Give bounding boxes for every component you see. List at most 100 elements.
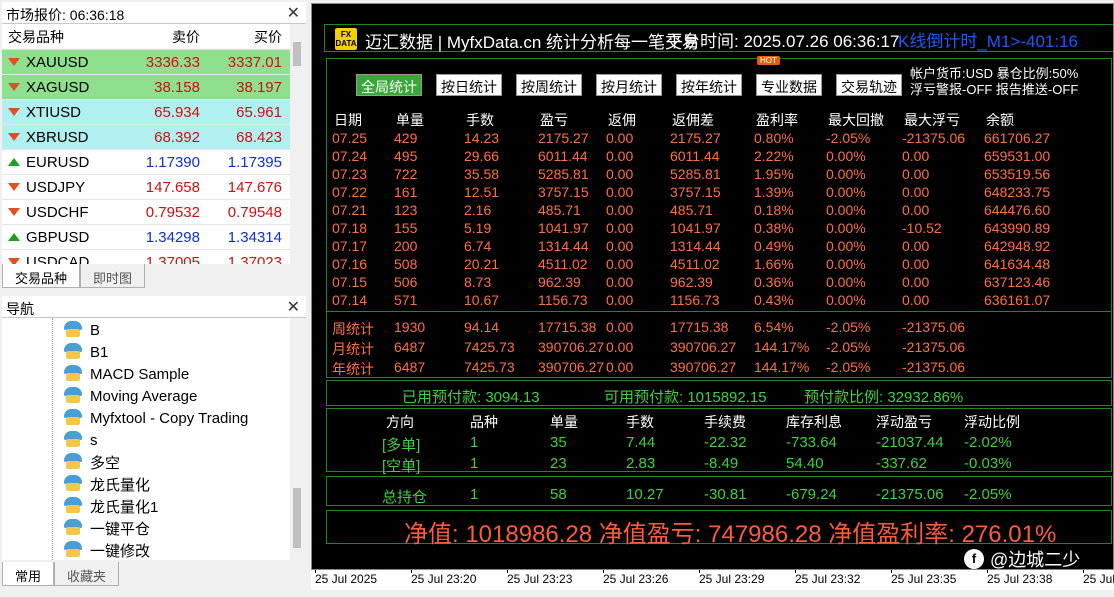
- navigator-item[interactable]: 龙氏量化1: [62, 495, 158, 517]
- total-cell: 1: [470, 486, 479, 503]
- daily-cell: 0.00: [902, 166, 930, 182]
- summary-cell: 144.17%: [754, 359, 810, 375]
- market-row[interactable]: EURUSD 1.17390 1.17395: [2, 150, 304, 175]
- daily-cell: 5285.81: [538, 166, 589, 182]
- navigator-item[interactable]: B1: [62, 341, 108, 363]
- symbol-name: USDCHF: [26, 203, 89, 221]
- daily-cell: 07.15: [332, 274, 368, 290]
- col-bid[interactable]: 卖价: [122, 27, 204, 47]
- position-cell: -733.64: [786, 434, 837, 451]
- market-row[interactable]: XAUUSD 3336.33 3337.01: [2, 50, 304, 75]
- stats-tab-button[interactable]: 按年统计: [676, 74, 742, 96]
- column-header: 单量: [396, 112, 424, 128]
- daily-cell: 0.00%: [826, 256, 866, 272]
- daily-cell: 485.71: [670, 202, 713, 218]
- stats-tab-button[interactable]: 专业数据: [756, 74, 822, 96]
- position-cell: -22.32: [704, 434, 747, 451]
- daily-cell: 962.39: [670, 274, 713, 290]
- stats-tab-button[interactable]: 交易轨迹: [836, 74, 902, 96]
- col-symbol[interactable]: 交易品种: [2, 27, 122, 47]
- navigator-item[interactable]: 一键平仓: [62, 517, 150, 539]
- daily-cell: 07.14: [332, 292, 368, 308]
- navigator-item[interactable]: B: [62, 319, 100, 341]
- bid-price: 147.658: [145, 178, 200, 196]
- position-column-header: 手数: [626, 414, 654, 430]
- navigator-item[interactable]: MACD Sample: [62, 363, 189, 385]
- daily-cell: 2.22%: [754, 148, 794, 164]
- summary-cell: 390706.27: [670, 339, 737, 355]
- tab-favorites[interactable]: 收藏夹: [54, 562, 120, 586]
- daily-cell: 0.00%: [826, 202, 866, 218]
- col-ask[interactable]: 买价: [204, 27, 286, 47]
- divider: [326, 311, 1112, 312]
- navigator-title: 导航 ✕: [2, 296, 306, 318]
- close-icon[interactable]: ✕: [287, 3, 300, 23]
- navigator-title-text: 导航: [6, 301, 34, 317]
- column-header: 返佣差: [672, 112, 714, 128]
- market-row[interactable]: GBPUSD 1.34298 1.34314: [2, 225, 304, 250]
- position-cell: [多单]: [382, 437, 421, 454]
- daily-cell: 636161.07: [984, 292, 1051, 308]
- market-scrollbar[interactable]: [290, 24, 304, 264]
- daily-cell: 0.00: [606, 238, 634, 254]
- daily-cell: -10.52: [902, 220, 942, 236]
- navigator-item[interactable]: 一键修改: [62, 539, 150, 560]
- stats-tab-button[interactable]: 全局统计: [356, 74, 422, 96]
- daily-cell: 20.21: [464, 256, 500, 272]
- expert-advisor-icon: [62, 431, 84, 449]
- symbol-name: XTIUSD: [26, 103, 82, 121]
- time-axis[interactable]: 25 Jul 2025 25 Jul 23:20 25 Jul 23:23 25 Ju…: [311, 570, 1114, 590]
- free-margin: 可用预付款: 1015892.15: [604, 389, 767, 406]
- navigator-item[interactable]: Moving Average: [62, 385, 197, 407]
- daily-cell: 641634.48: [984, 256, 1051, 272]
- summary-cell: 1930: [394, 319, 426, 335]
- symbol-name: GBPUSD: [26, 228, 90, 246]
- daily-cell: 0.00: [606, 256, 634, 272]
- market-row[interactable]: USDCAD 1.37005 1.37023: [2, 250, 304, 264]
- stats-tab-button[interactable]: 按周统计: [516, 74, 582, 96]
- used-margin: 已用预付款: 3094.13: [402, 389, 540, 406]
- position-column-header: 库存利息: [786, 414, 842, 430]
- scroll-thumb[interactable]: [293, 42, 301, 66]
- navigator-scrollbar[interactable]: [290, 318, 304, 560]
- market-row[interactable]: USDCHF 0.79532 0.79548: [2, 200, 304, 225]
- scroll-thumb[interactable]: [293, 488, 301, 548]
- position-cell: [空单]: [382, 458, 421, 475]
- tab-symbols[interactable]: 交易品种: [2, 264, 81, 288]
- chart-window[interactable]: FX DATA 迈汇数据 | MyfxData.cn 统计分析每一笔交易 平台时间…: [311, 3, 1114, 570]
- daily-cell: 0.00%: [826, 292, 866, 308]
- symbol-name: XBRUSD: [26, 128, 89, 146]
- daily-cell: 6011.44: [670, 148, 720, 164]
- daily-cell: 0.00%: [826, 274, 866, 290]
- tab-tick-chart[interactable]: 即时图: [80, 264, 146, 288]
- arrow-down-icon: [8, 83, 20, 91]
- left-panels: 市场报价: 06:36:18 ✕ 交易品种 卖价 买价 XAUUSD 3336.3…: [0, 0, 308, 597]
- position-column-header: 品种: [470, 414, 498, 430]
- daily-cell: -21375.06: [902, 130, 966, 146]
- stats-tab-button[interactable]: 按日统计: [436, 74, 502, 96]
- navigator-item[interactable]: 多空: [62, 451, 120, 473]
- daily-cell: 07.16: [332, 256, 368, 272]
- symbol-cell: XTIUSD: [2, 104, 122, 121]
- daily-cell: 07.22: [332, 184, 368, 200]
- total-cell: -21375.06: [876, 486, 944, 503]
- position-column-header: 浮动盈亏: [876, 414, 932, 430]
- close-icon[interactable]: ✕: [287, 297, 300, 317]
- position-cell: 54.40: [786, 455, 824, 472]
- stats-tab-button[interactable]: 按月统计: [596, 74, 662, 96]
- expert-advisor-icon: [62, 497, 84, 515]
- navigator-item[interactable]: Myfxtool - Copy Trading: [62, 407, 248, 429]
- market-row[interactable]: XTIUSD 65.934 65.961: [2, 100, 304, 125]
- daily-cell: 0.38%: [754, 220, 794, 236]
- navigator-item[interactable]: 龙氏量化: [62, 473, 150, 495]
- ask-price: 3337.01: [227, 53, 282, 71]
- market-row[interactable]: USDJPY 147.658 147.676: [2, 175, 304, 200]
- navigator-item[interactable]: s: [62, 429, 98, 451]
- daily-cell: 5285.81: [670, 166, 721, 182]
- tab-common[interactable]: 常用: [2, 562, 55, 586]
- market-row[interactable]: XBRUSD 68.392 68.423: [2, 125, 304, 150]
- daily-cell: 3757.15: [538, 184, 589, 200]
- market-row[interactable]: XAGUSD 38.158 38.197: [2, 75, 304, 100]
- daily-cell: -2.05%: [826, 130, 871, 146]
- summary-cell: 390706.27: [670, 359, 737, 375]
